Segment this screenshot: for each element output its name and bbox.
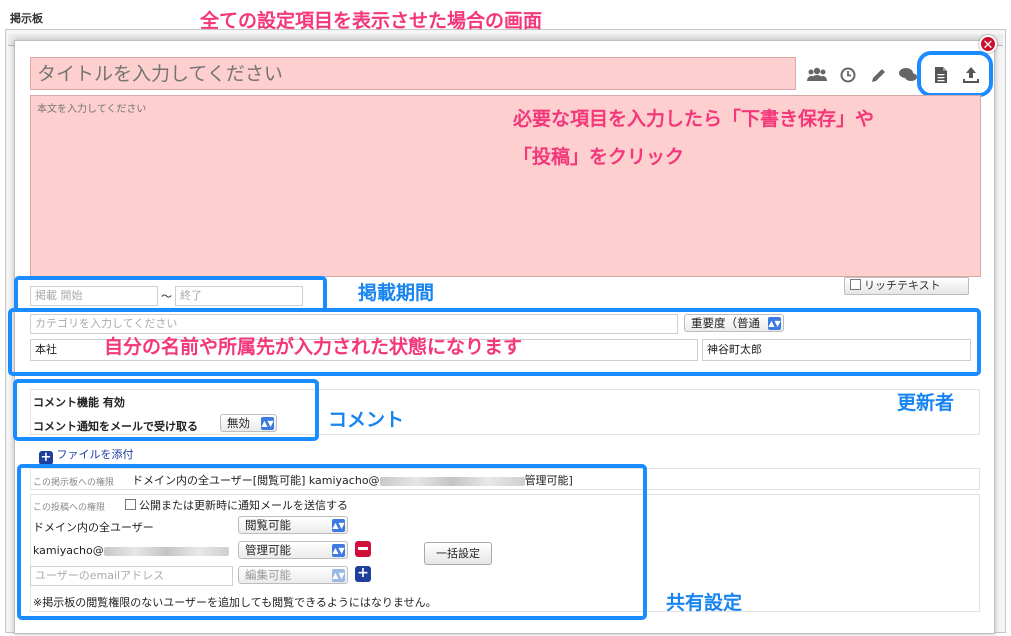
- page-title: 掲示板: [10, 12, 43, 25]
- annotation-save-post-2: 「投稿」をクリック: [513, 146, 685, 168]
- annotation-sharing: 共有設定: [666, 592, 743, 614]
- annotation-top-heading: 全ての設定項目を表示させた場合の画面: [200, 10, 543, 32]
- plus-icon: +: [39, 450, 53, 465]
- sharing-highlight: [17, 464, 647, 620]
- period-highlight: [14, 276, 327, 312]
- attach-file-label: ファイルを添付: [56, 448, 134, 461]
- attach-file-button[interactable]: + ファイルを添付: [39, 446, 134, 465]
- annotation-save-post-1: 必要な項目を入力したら「下書き保存」や: [513, 108, 875, 130]
- annotation-updater: 更新者: [897, 392, 955, 414]
- rich-text-label: リッチテキスト: [864, 279, 941, 292]
- rich-text-checkbox[interactable]: [850, 279, 861, 290]
- comment-highlight: [13, 379, 319, 441]
- annotation-period: 掲載期間: [358, 282, 435, 304]
- pencil-icon[interactable]: [868, 66, 888, 84]
- comments-icon[interactable]: [898, 66, 918, 84]
- annotation-comment: コメント: [328, 409, 405, 431]
- clock-icon[interactable]: [838, 66, 858, 84]
- title-input[interactable]: [30, 57, 796, 90]
- annotation-name-affiliation: 自分の名前や所属先が入力された状態になります: [104, 336, 523, 358]
- save-post-highlight: [917, 51, 993, 97]
- users-icon[interactable]: [807, 66, 827, 84]
- rich-text-toggle[interactable]: リッチテキスト: [844, 277, 969, 295]
